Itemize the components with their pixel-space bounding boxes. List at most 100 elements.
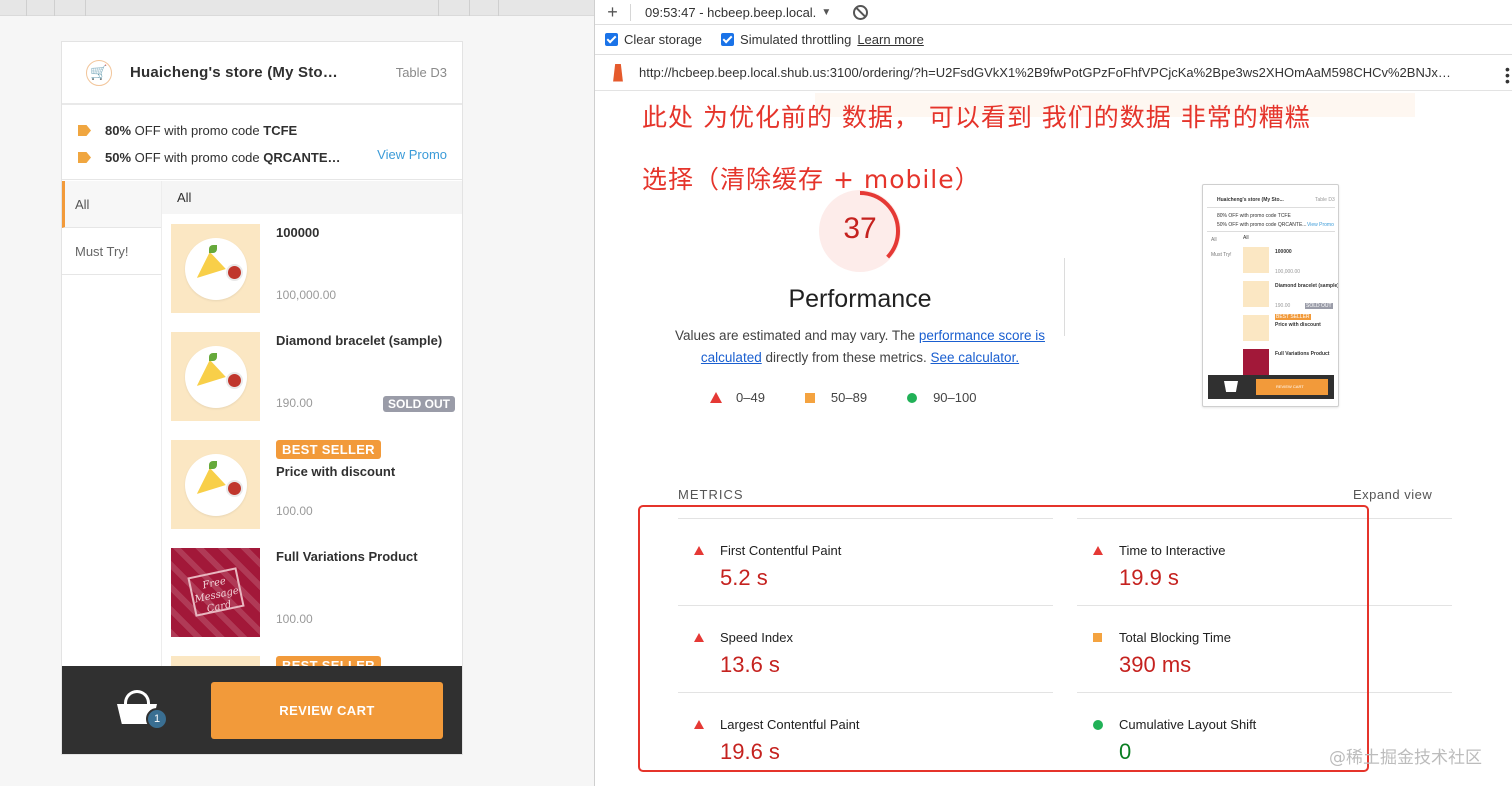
simulated-throttling-label: Simulated throttling (740, 32, 852, 47)
browser-tab-strip (0, 0, 594, 16)
cart-bar: 1 REVIEW CART (62, 666, 462, 754)
view-promo-link[interactable]: View Promo (377, 147, 447, 162)
thumb-view-promo: View Promo (1307, 222, 1334, 228)
product-image (171, 440, 260, 529)
menu-area: All Must Try! All 100000 100,000.00 Diam… (62, 181, 462, 669)
desc-text: directly from these metrics. (761, 350, 931, 365)
divider (1064, 258, 1065, 336)
devtools-toolbar: + 09:53:47 - hcbeep.beep.local. ▼ (595, 0, 1512, 25)
good-circle-icon (907, 392, 918, 403)
legend-poor: 0–49 (736, 390, 765, 405)
thumb-review-cart: REVIEW CART (1276, 384, 1304, 389)
thumb-product: 100000 (1275, 249, 1292, 255)
thumb-promo: 80% OFF with promo code TCFE (1217, 213, 1291, 219)
category-must-try[interactable]: Must Try! (62, 228, 161, 275)
annotation-note-2: 选择（清除缓存 + mobile） (642, 165, 981, 194)
tag-icon (78, 125, 91, 136)
thumb-product: Price with discount (1275, 322, 1321, 328)
average-square-icon (804, 392, 815, 403)
table-label: Table D3 (395, 65, 447, 80)
promo-percent: 80% (105, 123, 132, 138)
thumb-promo: 50% OFF with promo code QRCANTE... (1217, 222, 1307, 228)
product-image: Free Message Card (171, 548, 260, 637)
promo-code: TCFE (263, 123, 298, 138)
expand-view-button[interactable]: Expand view (1353, 487, 1432, 502)
product-image (171, 332, 260, 421)
thumb-price: 190.00 (1275, 303, 1291, 309)
report-url: http://hcbeep.beep.local.shub.us:3100/or… (639, 65, 1451, 80)
thumb-category: All (1211, 237, 1217, 243)
metrics-heading: METRICS (678, 487, 744, 502)
store-name: Huaicheng's store (My Sto… (130, 64, 338, 81)
product-item[interactable]: Diamond bracelet (sample) 190.00 SOLD OU… (162, 322, 462, 430)
product-item[interactable]: 100000 100,000.00 (162, 214, 462, 322)
performance-title: Performance (788, 285, 932, 313)
best-seller-badge: BEST SELLER (276, 440, 381, 459)
learn-more-link[interactable]: Learn more (857, 32, 923, 47)
report-selector[interactable]: 09:53:47 - hcbeep.beep.local. (645, 5, 816, 20)
promo-code: QRCANTE… (263, 150, 341, 165)
product-section-header: All (162, 181, 462, 214)
promo-percent: 50% (105, 150, 132, 165)
store-preview-pane: 🛒 Huaicheng's store (My Sto… Table D3 80… (0, 0, 594, 786)
category-list: All Must Try! (62, 181, 162, 669)
screenshot-root: 🛒 Huaicheng's store (My Sto… Table D3 80… (0, 0, 1512, 786)
performance-score: 37 (843, 212, 877, 245)
thumb-product: Diamond bracelet (sample) (1275, 283, 1339, 289)
clear-block-icon[interactable] (853, 4, 869, 20)
thumb-header: All (1243, 235, 1249, 241)
product-price: 100,000.00 (276, 288, 337, 302)
product-item[interactable]: Free Message Card Full Variations Produc… (162, 538, 462, 646)
promo-section: 80% OFF with promo code TCFE 50% OFF wit… (62, 105, 462, 180)
thumb-category: Must Try! (1211, 252, 1232, 258)
product-price: 190.00 (276, 396, 313, 410)
thumb-product: Full Variations Product (1275, 351, 1330, 357)
product-price: 100.00 (276, 612, 313, 626)
review-cart-button[interactable]: REVIEW CART (211, 682, 443, 739)
store-logo-icon: 🛒 (86, 59, 112, 86)
store-header: 🛒 Huaicheng's store (My Sto… Table D3 (62, 42, 462, 105)
annotation-note-1: 此处 为优化前的 数据， 可以看到 我们的数据 非常的糟糕 (642, 103, 1311, 132)
clear-storage-checkbox[interactable] (605, 33, 618, 46)
performance-description: Values are estimated and may vary. The p… (675, 325, 1045, 369)
product-name: Price with discount (276, 464, 396, 479)
thumb-table: Table D3 (1315, 197, 1335, 203)
product-name: 100000 (276, 225, 320, 240)
add-report-icon[interactable]: + (595, 3, 631, 21)
more-options-icon[interactable]: • • • (1505, 62, 1510, 88)
thumb-store-name: Huaicheng's store (My Sto... (1217, 197, 1284, 203)
lighthouse-pane: + 09:53:47 - hcbeep.beep.local. ▼ Clear … (594, 0, 1512, 786)
promo-text: OFF with promo code (131, 150, 264, 165)
category-all[interactable]: All (62, 181, 161, 228)
watermark: @稀土掘金技术社区 (1329, 748, 1482, 768)
caret-down-icon[interactable]: ▼ (821, 7, 831, 18)
report-url-bar: http://hcbeep.beep.local.shub.us:3100/or… (595, 55, 1512, 91)
score-legend: 0–49 50–89 90–100 (710, 390, 1016, 405)
thumb-price: 100,000.00 (1275, 269, 1301, 275)
cart-count-badge: 1 (146, 708, 168, 730)
product-name: Diamond bracelet (sample) (276, 333, 443, 348)
mobile-store-page: 🛒 Huaicheng's store (My Sto… Table D3 80… (61, 41, 463, 755)
annotation-highlight-box (638, 505, 1369, 772)
product-list: All 100000 100,000.00 Diamond bracelet (… (162, 181, 462, 669)
legend-average: 50–89 (830, 390, 868, 405)
clear-storage-label: Clear storage (624, 32, 703, 47)
product-image (171, 224, 260, 313)
performance-gauge: 37 (819, 190, 901, 272)
product-name: Full Variations Product (276, 549, 418, 564)
thumb-best-seller: BEST SELLER (1275, 314, 1311, 320)
desc-text: Values are estimated and may vary. The (675, 328, 919, 343)
options-bar: Clear storage Simulated throttling Learn… (595, 25, 1512, 55)
sold-out-badge: SOLD OUT (383, 396, 455, 412)
product-item[interactable]: BEST SELLER Price with discount 100.00 (162, 430, 462, 538)
tag-icon (78, 152, 91, 163)
thumb-sold-out: SOLD OUT (1305, 303, 1333, 309)
promo-text: OFF with promo code (131, 123, 264, 138)
final-screenshot-thumbnail[interactable]: Huaicheng's store (My Sto... Table D3 80… (1202, 184, 1339, 407)
simulated-throttling-checkbox[interactable] (721, 33, 735, 46)
legend-good: 90–100 (933, 390, 977, 405)
poor-triangle-icon (710, 392, 722, 403)
see-calculator-link[interactable]: See calculator. (931, 350, 1020, 365)
lighthouse-icon (613, 63, 623, 82)
product-price: 100.00 (276, 504, 313, 518)
